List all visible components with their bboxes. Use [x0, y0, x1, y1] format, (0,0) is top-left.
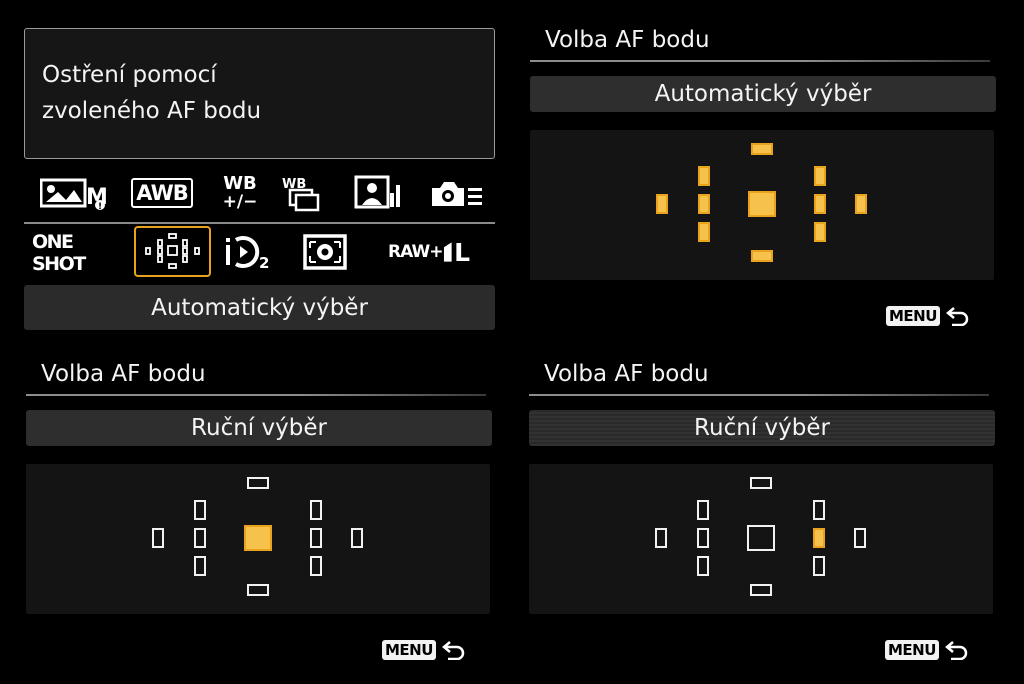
af-point-mid-left[interactable] [698, 194, 710, 214]
return-icon [441, 640, 466, 660]
camera-settings-icon[interactable] [430, 177, 484, 209]
menu-back-button[interactable]: MENU [886, 306, 970, 326]
af-point-area [26, 464, 490, 614]
af-panel-manual-center: Volba AF bodu Ruční výběr MENU [26, 356, 492, 668]
af-point-top[interactable] [751, 143, 773, 155]
return-icon [944, 640, 969, 660]
af-point-far-right[interactable] [351, 528, 363, 548]
quick-icons-row-1: M ! AWB WB +/− WB [24, 168, 495, 218]
af-point-upper-right[interactable] [310, 500, 322, 520]
af-selection-mode-bar[interactable]: Automatický výběr [24, 285, 495, 330]
af-panel-auto: Volba AF bodu Automatický výběr MENU [530, 22, 996, 334]
awb-label: AWB [131, 178, 193, 208]
af-point-mid-right[interactable] [814, 194, 826, 214]
af-point-bottom[interactable] [750, 584, 772, 596]
wb-shift-label: WB [223, 173, 257, 194]
wb-shift-sign: +/− [222, 192, 258, 212]
panel-title-rule [529, 394, 989, 396]
af-point-lower-right[interactable] [310, 556, 322, 576]
wb-shift-icon[interactable]: WB +/− [220, 172, 260, 214]
af-point-mid-right[interactable] [813, 528, 825, 548]
panel-title: Volba AF bodu [544, 361, 709, 387]
af-point-mid-right[interactable] [310, 528, 322, 548]
af-point-upper-left[interactable] [698, 166, 710, 186]
af-point-top[interactable] [247, 477, 269, 489]
af-selection-mode-label: Automatický výběr [151, 294, 368, 321]
drive-sub-label: 2 [259, 254, 269, 272]
panel-mode-label: Ruční výběr [694, 415, 830, 441]
af-info-line-1: Ostření pomocí [42, 62, 217, 88]
panel-title: Volba AF bodu [41, 361, 206, 387]
af-point-mid-left[interactable] [194, 528, 206, 548]
return-icon [945, 306, 970, 326]
af-point-far-left[interactable] [152, 528, 164, 548]
metering-mode-icon[interactable] [302, 233, 348, 271]
af-point-area [530, 130, 994, 280]
panel-title-rule [26, 394, 486, 396]
wb-bracketing-icon[interactable]: WB [280, 174, 322, 212]
af-point-mid-left[interactable] [697, 528, 709, 548]
af-point-bottom[interactable] [751, 250, 773, 262]
af-point-far-left[interactable] [656, 194, 668, 214]
af-point-upper-left[interactable] [194, 500, 206, 520]
af-point-selection-button[interactable] [134, 226, 211, 277]
menu-label: MENU [886, 306, 940, 326]
af-point-grid-icon [145, 233, 200, 269]
af-point-center[interactable] [244, 525, 272, 551]
panel-title: Volba AF bodu [545, 27, 710, 53]
af-point-upper-left[interactable] [697, 500, 709, 520]
af-point-center[interactable] [747, 525, 775, 551]
icon-row-divider [24, 222, 495, 224]
af-point-lower-left[interactable] [698, 222, 710, 242]
af-panel-manual-right: Volba AF bodu Ruční výběr MENU [529, 356, 995, 668]
af-point-upper-right[interactable] [813, 500, 825, 520]
raw-label: RAW+ [388, 242, 443, 262]
image-quality-icon[interactable]: RAW+ L [388, 236, 470, 268]
awb-icon[interactable]: AWB [131, 177, 193, 209]
af-info-text: Ostření pomocí zvoleného AF bodu [42, 57, 261, 129]
portrait-style-icon[interactable] [354, 175, 402, 211]
af-point-bottom[interactable] [247, 584, 269, 596]
svg-text:!: ! [98, 202, 102, 210]
picture-style-icon[interactable]: M ! [38, 177, 108, 211]
panel-title-rule [530, 60, 990, 62]
panel-mode-label: Ruční výběr [191, 415, 327, 441]
af-info-line-2: zvoleného AF bodu [42, 98, 262, 124]
quality-label: L [454, 237, 470, 267]
af-point-far-right[interactable] [854, 528, 866, 548]
af-point-lower-left[interactable] [697, 556, 709, 576]
af-point-far-right[interactable] [855, 194, 867, 214]
panel-mode-label: Automatický výběr [654, 81, 872, 107]
menu-label: MENU [885, 640, 939, 660]
af-point-lower-right[interactable] [814, 222, 826, 242]
af-mode-one-shot[interactable]: ONE SHOT [32, 231, 130, 275]
af-point-area [529, 464, 993, 614]
quality-fine-icon [444, 242, 453, 262]
drive-timer-icon[interactable]: 2 [222, 232, 274, 272]
quick-icons-row-2: ONE SHOT 2 RAW+ L [24, 226, 495, 278]
menu-back-button[interactable]: MENU [885, 640, 969, 660]
af-point-far-left[interactable] [655, 528, 667, 548]
af-point-top[interactable] [750, 477, 772, 489]
menu-label: MENU [382, 640, 436, 660]
af-point-upper-right[interactable] [814, 166, 826, 186]
panel-mode-bar[interactable]: Automatický výběr [530, 76, 996, 112]
af-point-lower-right[interactable] [813, 556, 825, 576]
panel-mode-bar[interactable]: Ruční výběr [529, 410, 995, 446]
af-point-center[interactable] [748, 191, 776, 217]
af-point-lower-left[interactable] [194, 556, 206, 576]
af-info-box: Ostření pomocí zvoleného AF bodu [24, 28, 495, 159]
menu-back-button[interactable]: MENU [382, 640, 466, 660]
panel-mode-bar[interactable]: Ruční výběr [26, 410, 492, 446]
